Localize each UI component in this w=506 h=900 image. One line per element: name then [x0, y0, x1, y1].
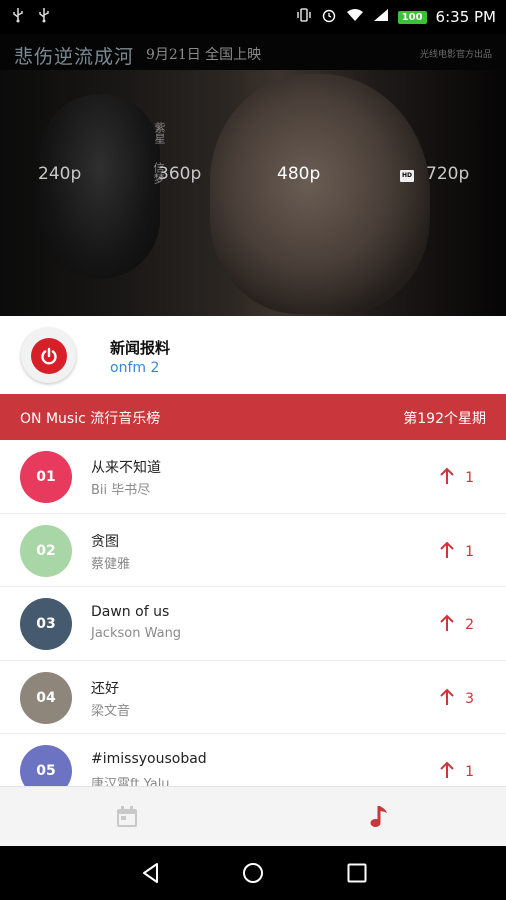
song-title: Dawn of us [91, 604, 170, 621]
hd-icon: HD [400, 170, 414, 182]
bottom-tab-bar [0, 786, 506, 846]
calendar-icon[interactable] [112, 802, 142, 832]
rank-change: 1 [439, 541, 474, 563]
main-content: 新闻报料 onfm 2 ON Music 流行音乐榜 第192个星期 01 从来不… [0, 316, 506, 786]
song-row[interactable]: 04 还好梁文音 3 [0, 660, 506, 735]
rank-change: 2 [439, 614, 474, 636]
usb-icon [12, 7, 24, 27]
song-list: 01 从来不知道 Bii 毕书尽 1 02 贪图蔡健雅 1 03 Dawn of us Jacks… [0, 440, 506, 786]
song-row[interactable]: 01 从来不知道 Bii 毕书尽 1 [0, 440, 506, 514]
arrow-up-icon [439, 467, 455, 489]
station-logo[interactable] [21, 328, 76, 383]
chart-week: 第192个星期 [403, 411, 486, 427]
video-frame-microphone [40, 94, 160, 279]
song-artist: 蔡健雅 [91, 556, 131, 572]
rank-badge: 04 [20, 671, 72, 724]
rank-change-value: 1 [465, 543, 474, 560]
status-time: 6:35 PM [435, 8, 496, 26]
song-title: 从来不知道 [91, 460, 161, 476]
power-icon [30, 337, 67, 374]
rank-change: 1 [439, 761, 474, 783]
chart-title: ON Music 流行音乐榜 [20, 411, 161, 427]
home-icon[interactable] [241, 861, 265, 885]
song-title: 还好 [91, 680, 119, 697]
battery-icon: 100 [397, 10, 427, 24]
song-row[interactable]: 05 #imissyousobad 唐汉霄ft Yalu 1 [0, 734, 506, 786]
song-title: 贪图 [91, 533, 119, 550]
status-left-icons [0, 7, 50, 27]
alarm-icon [321, 7, 337, 27]
station-name: 新闻报料 [110, 339, 171, 357]
rank-change: 1 [439, 467, 474, 489]
resolution-360p[interactable]: 360p [158, 164, 201, 184]
song-title: #imissyousobad [91, 751, 207, 768]
resolution-240p[interactable]: 240p [38, 164, 81, 184]
rank-change-value: 1 [465, 470, 474, 486]
resolution-480p[interactable]: 480p [277, 164, 320, 184]
video-poster-banner: 悲伤逆流成河 9月21日 全国上映 光线电影官方出品 [0, 34, 506, 70]
song-row[interactable]: 02 贪图蔡健雅 1 [0, 513, 506, 588]
rank-change-value: 3 [465, 690, 474, 707]
vibrate-icon [296, 8, 312, 26]
poster-side-text: 紫星 [153, 122, 166, 144]
song-artist: Jackson Wang [91, 626, 182, 642]
station-subtitle[interactable]: onfm 2 [110, 360, 159, 376]
rank-badge: 02 [20, 524, 72, 577]
usb-icon [38, 7, 50, 27]
arrow-up-icon [439, 688, 455, 710]
poster-title: 悲伤逆流成河 [14, 46, 135, 68]
video-player[interactable]: 悲伤逆流成河 9月21日 全国上映 光线电影官方出品 紫星 信梦 240p 36… [0, 34, 506, 316]
signal-icon [373, 8, 389, 26]
rank-change: 3 [439, 688, 474, 710]
rank-change-value: 2 [465, 617, 474, 634]
poster-date: 9月21日 全国上映 [146, 47, 262, 63]
system-nav-bar [0, 846, 506, 900]
song-row[interactable]: 03 Dawn of us Jackson Wang 2 [0, 587, 506, 661]
arrow-up-icon [439, 761, 455, 783]
song-artist: Bii 毕书尽 [91, 483, 151, 498]
rank-change-value: 1 [465, 764, 474, 781]
chart-header: ON Music 流行音乐榜 第192个星期 [0, 394, 506, 440]
back-icon[interactable] [139, 861, 163, 885]
rank-badge: 01 [20, 451, 72, 503]
wifi-icon [346, 8, 364, 26]
song-artist: 梁文音 [91, 703, 131, 719]
station-header[interactable]: 新闻报料 onfm 2 [0, 316, 506, 394]
status-right-icons: 100 6:35 PM [296, 7, 506, 27]
rank-badge: 05 [20, 745, 72, 786]
music-note-icon[interactable] [365, 802, 395, 832]
rank-badge: 03 [20, 598, 72, 651]
poster-credit: 光线电影官方出品 [419, 50, 492, 60]
arrow-up-icon [439, 541, 455, 563]
resolution-720p[interactable]: 720p [426, 164, 469, 184]
status-bar: 100 6:35 PM [0, 0, 506, 34]
video-frame-singer [210, 74, 430, 314]
song-artist: 唐汉霄ft Yalu [91, 777, 170, 786]
recents-icon[interactable] [345, 861, 369, 885]
arrow-up-icon [439, 614, 455, 636]
